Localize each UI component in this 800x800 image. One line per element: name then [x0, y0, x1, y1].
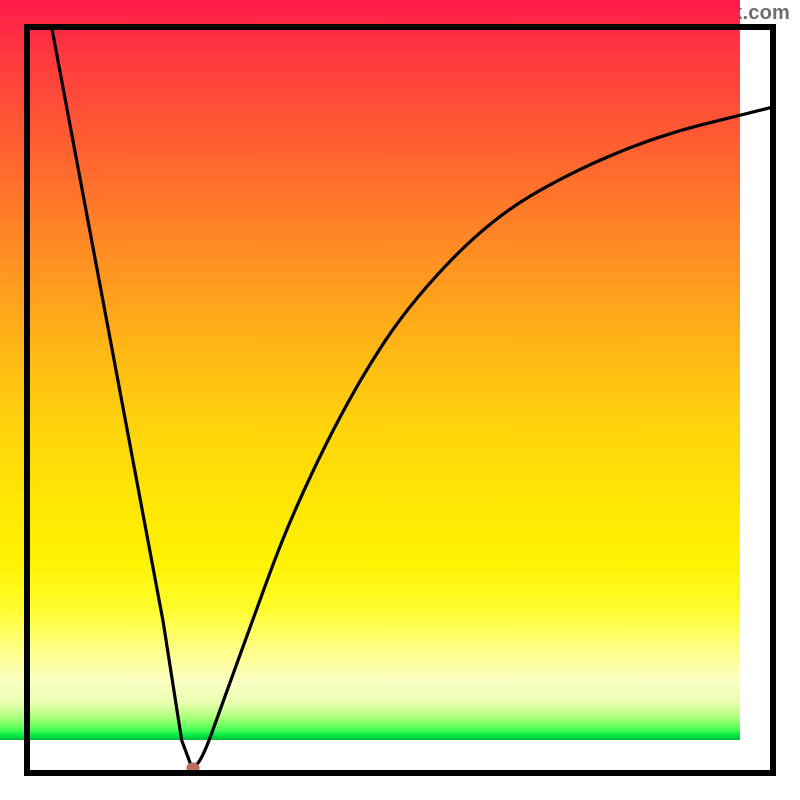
frame-border: [770, 24, 776, 776]
frame-border: [24, 24, 776, 30]
frame-border: [24, 24, 30, 776]
chart-container: TheBottleneck.com: [0, 0, 800, 800]
frame-border: [24, 770, 776, 776]
plot-gradient-background: [0, 0, 740, 740]
